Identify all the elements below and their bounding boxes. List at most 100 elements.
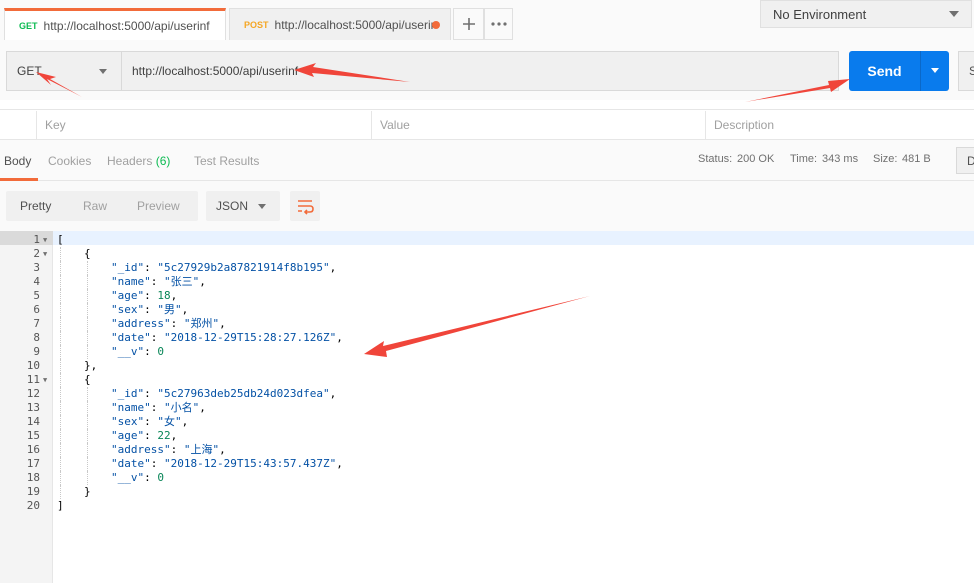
method-label: GET (17, 64, 42, 78)
fold-toggle-icon[interactable]: ▼ (43, 373, 47, 387)
code-line: 7 "address": "郑州", (0, 317, 974, 331)
tab-body[interactable]: Body (4, 154, 31, 168)
size-value: 481 B (902, 153, 931, 165)
indent-guide (87, 261, 88, 275)
code-text: } (84, 485, 91, 499)
more-icon[interactable] (484, 8, 513, 40)
json-key: "date" (111, 331, 151, 344)
request-tab-get[interactable]: GET http://localhost:5000/api/userinf (4, 8, 226, 40)
indent-guide (60, 247, 61, 261)
indent-guide (60, 331, 61, 345)
json-key: "__v" (111, 471, 145, 484)
param-description-field[interactable]: Description (705, 111, 974, 139)
response-body-editor[interactable]: 1 ▼[2 ▼{3 "_id": "5c27929b2a87821914f8b195"… (0, 231, 974, 583)
pretty-button[interactable]: Pretty (20, 199, 51, 213)
line-number: 20 (26, 499, 40, 512)
indent-guide (87, 331, 88, 345)
code-line: 6 "sex": "男", (0, 303, 974, 317)
indent-guide (60, 317, 61, 331)
json-comma: , (170, 289, 178, 302)
json-key: "__v" (111, 345, 145, 358)
line-number: 8 (33, 331, 40, 344)
size-label: Size: (873, 153, 898, 165)
plus-icon[interactable] (453, 8, 484, 40)
line-number: 7 (33, 317, 40, 330)
raw-button[interactable]: Raw (83, 199, 107, 213)
json-key: "_id" (111, 387, 145, 400)
save-button[interactable]: S (958, 51, 974, 91)
indent-guide (60, 303, 61, 317)
format-toolbar: Pretty Raw Preview JSON (0, 181, 974, 231)
indent-guide (87, 317, 88, 331)
indent-guide (60, 275, 61, 289)
tab-cookies[interactable]: Cookies (48, 154, 91, 168)
indent-guide (60, 345, 61, 359)
json-colon: : (144, 429, 158, 442)
json-value: 22 (157, 429, 171, 442)
code-text: "__v": 0 (111, 471, 164, 485)
indent-guide (87, 443, 88, 457)
download-button[interactable]: D (956, 147, 974, 174)
json-value: "2018-12-29T15:43:57.437Z" (164, 457, 337, 470)
tab-headers[interactable]: Headers (6) (107, 154, 170, 168)
indent-guide (87, 275, 88, 289)
line-number: 18 (26, 471, 40, 484)
wrap-lines-icon[interactable] (290, 191, 320, 221)
code-punctuation: }, (84, 359, 98, 372)
indent-guide (60, 471, 61, 485)
fold-toggle-icon[interactable]: ▼ (43, 233, 47, 247)
param-value-field[interactable]: Value (371, 111, 705, 139)
code-text: "age": 22, (111, 429, 177, 443)
json-key: "address" (111, 443, 171, 456)
code-punctuation: [ (57, 233, 64, 246)
json-value: "上海" (183, 443, 220, 456)
json-colon: : (150, 331, 164, 344)
indent-guide (60, 401, 61, 415)
json-value: 0 (157, 471, 164, 484)
send-options-chevron-icon[interactable] (920, 51, 949, 91)
indent-guide (87, 471, 88, 485)
send-button[interactable]: Send (849, 51, 920, 91)
code-line: 14 "sex": "女", (0, 415, 974, 429)
indent-guide (87, 401, 88, 415)
url-input[interactable] (122, 51, 839, 91)
chevron-down-icon (99, 69, 107, 74)
json-colon: : (144, 289, 158, 302)
format-type-select[interactable]: JSON (206, 191, 280, 221)
param-key-field[interactable]: Key (36, 111, 371, 139)
code-line: 5 "age": 18, (0, 289, 974, 303)
code-line: 13 "name": "小名", (0, 401, 974, 415)
indent-guide (60, 289, 61, 303)
json-value: 18 (157, 289, 171, 302)
environment-select[interactable]: No Environment (760, 0, 972, 28)
indent-guide (60, 485, 61, 499)
code-text: [ (57, 233, 64, 247)
json-colon: : (144, 345, 158, 358)
postman-window: GET http://localhost:5000/api/userinf PO… (0, 0, 974, 583)
indent-guide (60, 415, 61, 429)
json-comma: , (181, 303, 189, 316)
time-value: 343 ms (822, 153, 859, 165)
method-select[interactable]: GET (6, 51, 122, 91)
indent-guide (60, 359, 61, 373)
json-value: "郑州" (183, 317, 220, 330)
view-mode-segment: Pretty Raw Preview (6, 191, 198, 221)
json-key: "age" (111, 429, 145, 442)
code-text: { (84, 373, 91, 387)
code-text: "date": "2018-12-29T15:28:27.126Z", (111, 331, 343, 345)
tab-test-results[interactable]: Test Results (194, 154, 259, 168)
request-tab-post[interactable]: POST http://localhost:5000/api/userir (229, 8, 451, 40)
tab-headers-label: Headers (107, 154, 153, 168)
preview-button[interactable]: Preview (137, 199, 180, 213)
chevron-down-icon (949, 11, 959, 17)
line-number: 6 (33, 303, 40, 316)
indent-guide (87, 289, 88, 303)
line-number: 16 (26, 443, 40, 456)
unsaved-dot-icon (432, 21, 440, 29)
json-value: "张三" (164, 275, 200, 288)
indent-guide (87, 303, 88, 317)
code-line: 15 "age": 22, (0, 429, 974, 443)
request-bar: GET Send S (0, 40, 974, 100)
code-text: "sex": "男", (111, 303, 188, 317)
fold-toggle-icon[interactable]: ▼ (43, 247, 47, 261)
